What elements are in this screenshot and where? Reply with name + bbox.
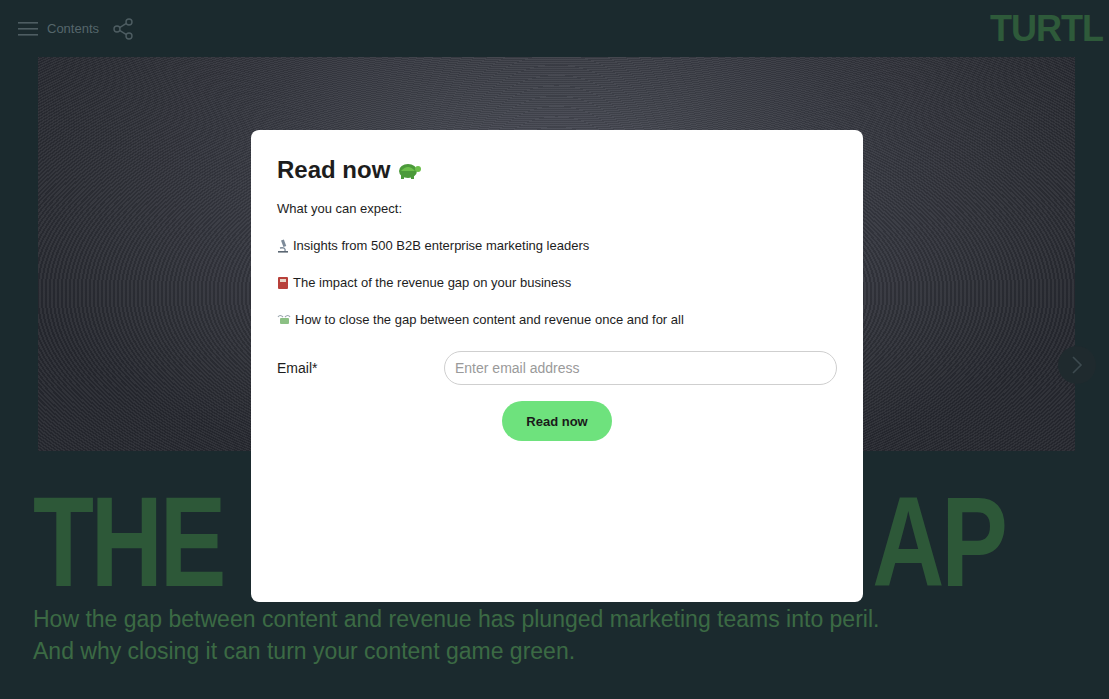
expect-item: The impact of the revenue gap on your bu… [277, 274, 837, 292]
expect-list: Insights from 500 B2B enterprise marketi… [277, 237, 837, 329]
email-row: Email* [277, 351, 837, 385]
turtle-icon [396, 159, 422, 181]
expect-item: How to close the gap between content and… [277, 311, 837, 329]
email-label: Email* [277, 360, 444, 376]
headline-right: AP [873, 483, 1005, 601]
next-page-button[interactable] [1058, 346, 1096, 384]
subtitle-line: How the gap between content and revenue … [33, 603, 1109, 635]
expect-item-text: Insights from 500 B2B enterprise marketi… [293, 237, 589, 255]
top-bar: Contents TURTL [0, 0, 1109, 57]
read-now-dialog: Read now What you can expect: Insights fro… [251, 130, 863, 602]
dialog-title: Read now [277, 154, 390, 186]
turtl-logo[interactable]: TURTL [990, 8, 1109, 50]
subtitle-line: And why closing it can turn your content… [33, 635, 1109, 667]
expect-item-text: The impact of the revenue gap on your bu… [293, 274, 571, 292]
contents-button[interactable]: Contents [18, 21, 99, 37]
email-input[interactable] [444, 351, 837, 385]
subtitle: How the gap between content and revenue … [0, 601, 1109, 667]
money-icon [277, 314, 291, 326]
book-icon [277, 276, 289, 290]
headline-left: THE [33, 483, 223, 601]
chevron-right-icon [1071, 355, 1083, 375]
dialog-intro: What you can expect: [277, 200, 837, 218]
expect-item: Insights from 500 B2B enterprise marketi… [277, 237, 837, 255]
contents-label: Contents [47, 21, 99, 36]
share-icon[interactable] [113, 18, 133, 40]
microscope-icon [277, 239, 289, 253]
hamburger-icon [18, 21, 38, 37]
read-now-button[interactable]: Read now [502, 401, 611, 441]
expect-item-text: How to close the gap between content and… [295, 311, 684, 329]
page: Contents TURTL THE APHow the gap between co… [0, 0, 1109, 699]
